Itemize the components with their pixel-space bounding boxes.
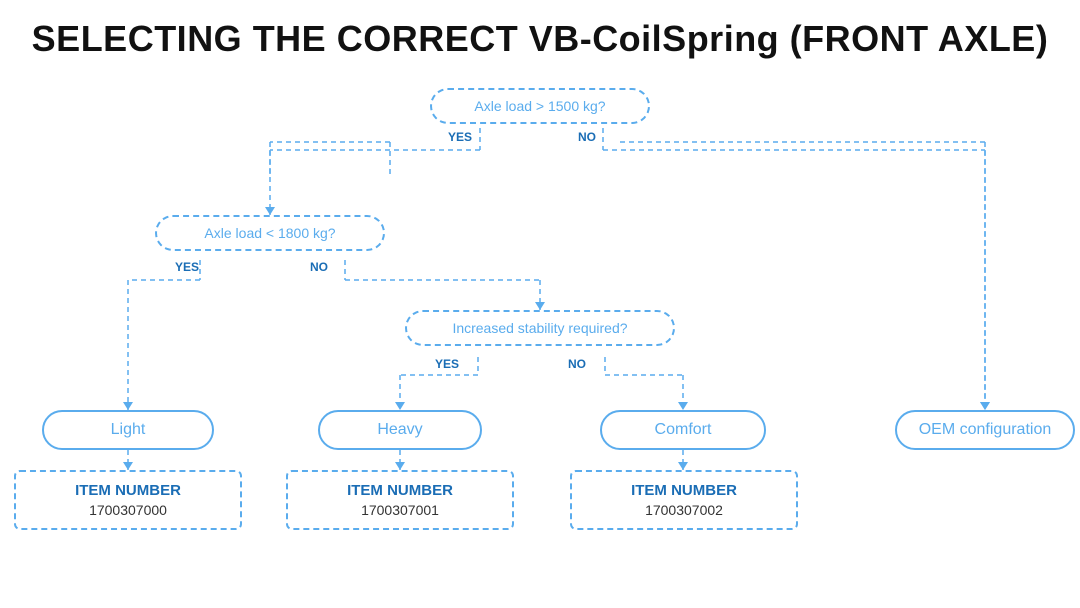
decision-box-3: Increased stability required?	[405, 310, 675, 346]
item1-label: ITEM NUMBER	[302, 482, 498, 499]
decision2-no-label: NO	[310, 260, 328, 274]
item0-label: ITEM NUMBER	[30, 482, 226, 499]
item0-number: 1700307000	[30, 502, 226, 518]
decision1-no-label: NO	[578, 130, 596, 144]
item2-label: ITEM NUMBER	[586, 482, 782, 499]
diagram-area: Axle load > 1500 kg? YES NO Axle load < …	[0, 70, 1080, 580]
item-box-0: ITEM NUMBER 1700307000	[14, 470, 242, 530]
page-title: SELECTING THE CORRECT VB-CoilSpring (FRO…	[0, 0, 1080, 70]
item-box-1: ITEM NUMBER 1700307001	[286, 470, 514, 530]
decision2-yes-label: YES	[175, 260, 199, 274]
decision3-no-label: NO	[568, 357, 586, 371]
result-light: Light	[42, 410, 214, 450]
item1-number: 1700307001	[302, 502, 498, 518]
result-oem: OEM configuration	[895, 410, 1075, 450]
decision3-yes-label: YES	[435, 357, 459, 371]
item-box-2: ITEM NUMBER 1700307002	[570, 470, 798, 530]
result-comfort: Comfort	[600, 410, 766, 450]
decision-box-1: Axle load > 1500 kg?	[430, 88, 650, 124]
item2-number: 1700307002	[586, 502, 782, 518]
result-heavy: Heavy	[318, 410, 482, 450]
decision1-yes-label: YES	[448, 130, 472, 144]
decision-box-2: Axle load < 1800 kg?	[155, 215, 385, 251]
